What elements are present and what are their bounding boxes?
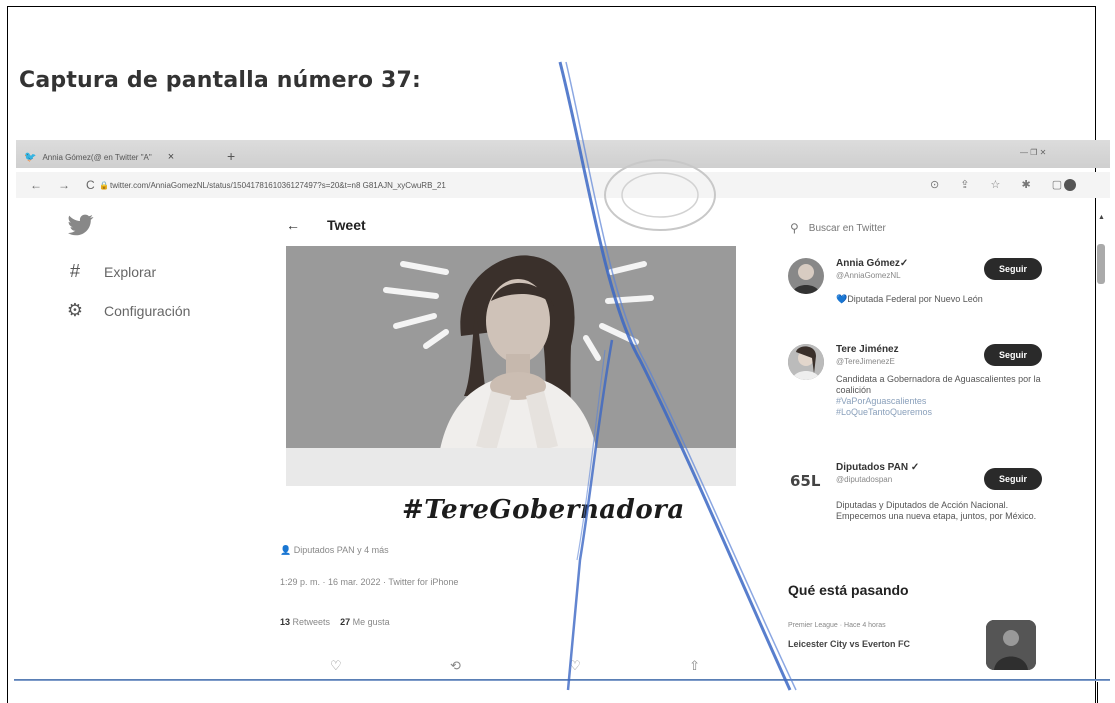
- trend-name[interactable]: Leicester City vs Everton FC: [788, 639, 910, 649]
- account-card[interactable]: Annia Gómez✓ @AnniaGomezNL 💙Diputada Fed…: [788, 258, 1043, 328]
- share-icon[interactable]: ⇧: [689, 658, 700, 674]
- follow-button[interactable]: Seguir: [984, 344, 1042, 366]
- browser-tab[interactable]: 🐦 Annia Gómez(@ en Twitter "A" ×: [24, 148, 212, 166]
- tagged-users-label: Diputados PAN y 4 más: [293, 545, 389, 555]
- url-text[interactable]: twitter.com/AnniaGomezNL/status/15041781…: [110, 181, 446, 190]
- trend-meta: Premier League · Hace 4 horas: [788, 622, 886, 629]
- screenshot-bottom-edge: [14, 680, 1110, 681]
- new-tab-button[interactable]: +: [227, 148, 235, 164]
- account-card[interactable]: Tere Jiménez @TereJimenezE Candidata a G…: [788, 344, 1043, 444]
- follow-button[interactable]: Seguir: [984, 258, 1042, 280]
- account-name[interactable]: Annia Gómez✓: [836, 258, 908, 269]
- like-icon[interactable]: ♡: [569, 658, 581, 674]
- extension-icons[interactable]: ⊙ ⇪ ☆ ✱ ▢: [930, 178, 1071, 191]
- account-card[interactable]: 65L Diputados PAN ✓ @diputadospan Diputa…: [788, 462, 1043, 552]
- bio-hashtag[interactable]: #VaPorAguascalientes: [836, 396, 1041, 407]
- back-arrow-icon[interactable]: ←: [30, 178, 42, 192]
- reload-icon[interactable]: C: [86, 178, 95, 192]
- reply-icon[interactable]: ♡: [330, 658, 342, 674]
- nav-explorar-label: Explorar: [104, 263, 157, 280]
- search-placeholder: Buscar en Twitter: [808, 222, 886, 234]
- gear-icon: ⚙: [66, 300, 84, 320]
- account-handle: @AnniaGomezNL: [836, 271, 901, 280]
- tweet-stats: 13 Retweets 27 Me gusta: [280, 617, 390, 627]
- forward-arrow-icon[interactable]: →: [58, 178, 70, 192]
- likes-label[interactable]: Me gusta: [353, 617, 390, 627]
- account-bio: Candidata a Gobernadora de Aguascaliente…: [836, 374, 1041, 418]
- follow-button[interactable]: Seguir: [984, 468, 1042, 490]
- page-border: [1097, 682, 1098, 703]
- nav-configuracion[interactable]: ⚙ Configuración: [66, 300, 190, 321]
- image-hashtag-text: #TereGobernadora: [402, 495, 685, 525]
- likes-count[interactable]: 27: [340, 617, 350, 627]
- tagged-users[interactable]: 👤 Diputados PAN y 4 más: [280, 545, 389, 556]
- tweet-header: Tweet: [327, 217, 366, 233]
- tweet-image[interactable]: [286, 246, 736, 486]
- window-controls[interactable]: — ❐ ✕: [1020, 148, 1046, 157]
- twitter-logo-icon[interactable]: [68, 214, 94, 241]
- profile-avatar-icon[interactable]: [1064, 179, 1076, 191]
- account-bio-text: Candidata a Gobernadora de Aguascaliente…: [836, 374, 1041, 395]
- trends-title: Qué está pasando: [788, 582, 909, 598]
- trend-image[interactable]: [986, 620, 1036, 670]
- search-icon: ⚲: [790, 221, 799, 235]
- close-tab-icon[interactable]: ×: [168, 151, 174, 163]
- retweets-count[interactable]: 13: [280, 617, 290, 627]
- avatar[interactable]: 65L: [788, 462, 824, 498]
- person-icon: 👤: [280, 545, 292, 555]
- svg-text:65L: 65L: [790, 472, 821, 490]
- nav-explorar[interactable]: # Explorar: [66, 261, 156, 282]
- tab-title: Annia Gómez(@ en Twitter "A": [42, 152, 152, 162]
- retweet-icon[interactable]: ⟲: [450, 658, 461, 674]
- back-arrow-icon[interactable]: ←: [286, 217, 300, 233]
- avatar[interactable]: [788, 344, 824, 380]
- scrollbar-thumb[interactable]: [1097, 244, 1105, 284]
- account-name[interactable]: Tere Jiménez: [836, 344, 899, 355]
- account-name[interactable]: Diputados PAN ✓: [836, 462, 919, 473]
- twitter-favicon-icon: 🐦: [24, 151, 37, 163]
- retweets-label[interactable]: Retweets: [293, 617, 331, 627]
- avatar[interactable]: [788, 258, 824, 294]
- search-box[interactable]: ⚲ Buscar en Twitter: [790, 221, 886, 235]
- tweet-actions: ♡ ⟲ ♡ ⇧: [330, 658, 700, 674]
- account-handle: @TereJimenezE: [836, 357, 895, 366]
- account-handle: @diputadospan: [836, 475, 893, 484]
- account-bio: Diputadas y Diputados de Acción Nacional…: [836, 500, 1037, 521]
- tweet-timestamp: 1:29 p. m. · 16 mar. 2022 · Twitter for …: [280, 577, 459, 587]
- hashtag-icon: #: [69, 261, 80, 281]
- lock-icon: 🔒: [99, 181, 109, 190]
- account-bio: 💙Diputada Federal por Nuevo León: [836, 294, 983, 304]
- nav-configuracion-label: Configuración: [104, 302, 191, 319]
- scroll-up-icon[interactable]: ▲: [1098, 214, 1105, 221]
- bio-hashtag[interactable]: #LoQueTantoQueremos: [836, 407, 1041, 418]
